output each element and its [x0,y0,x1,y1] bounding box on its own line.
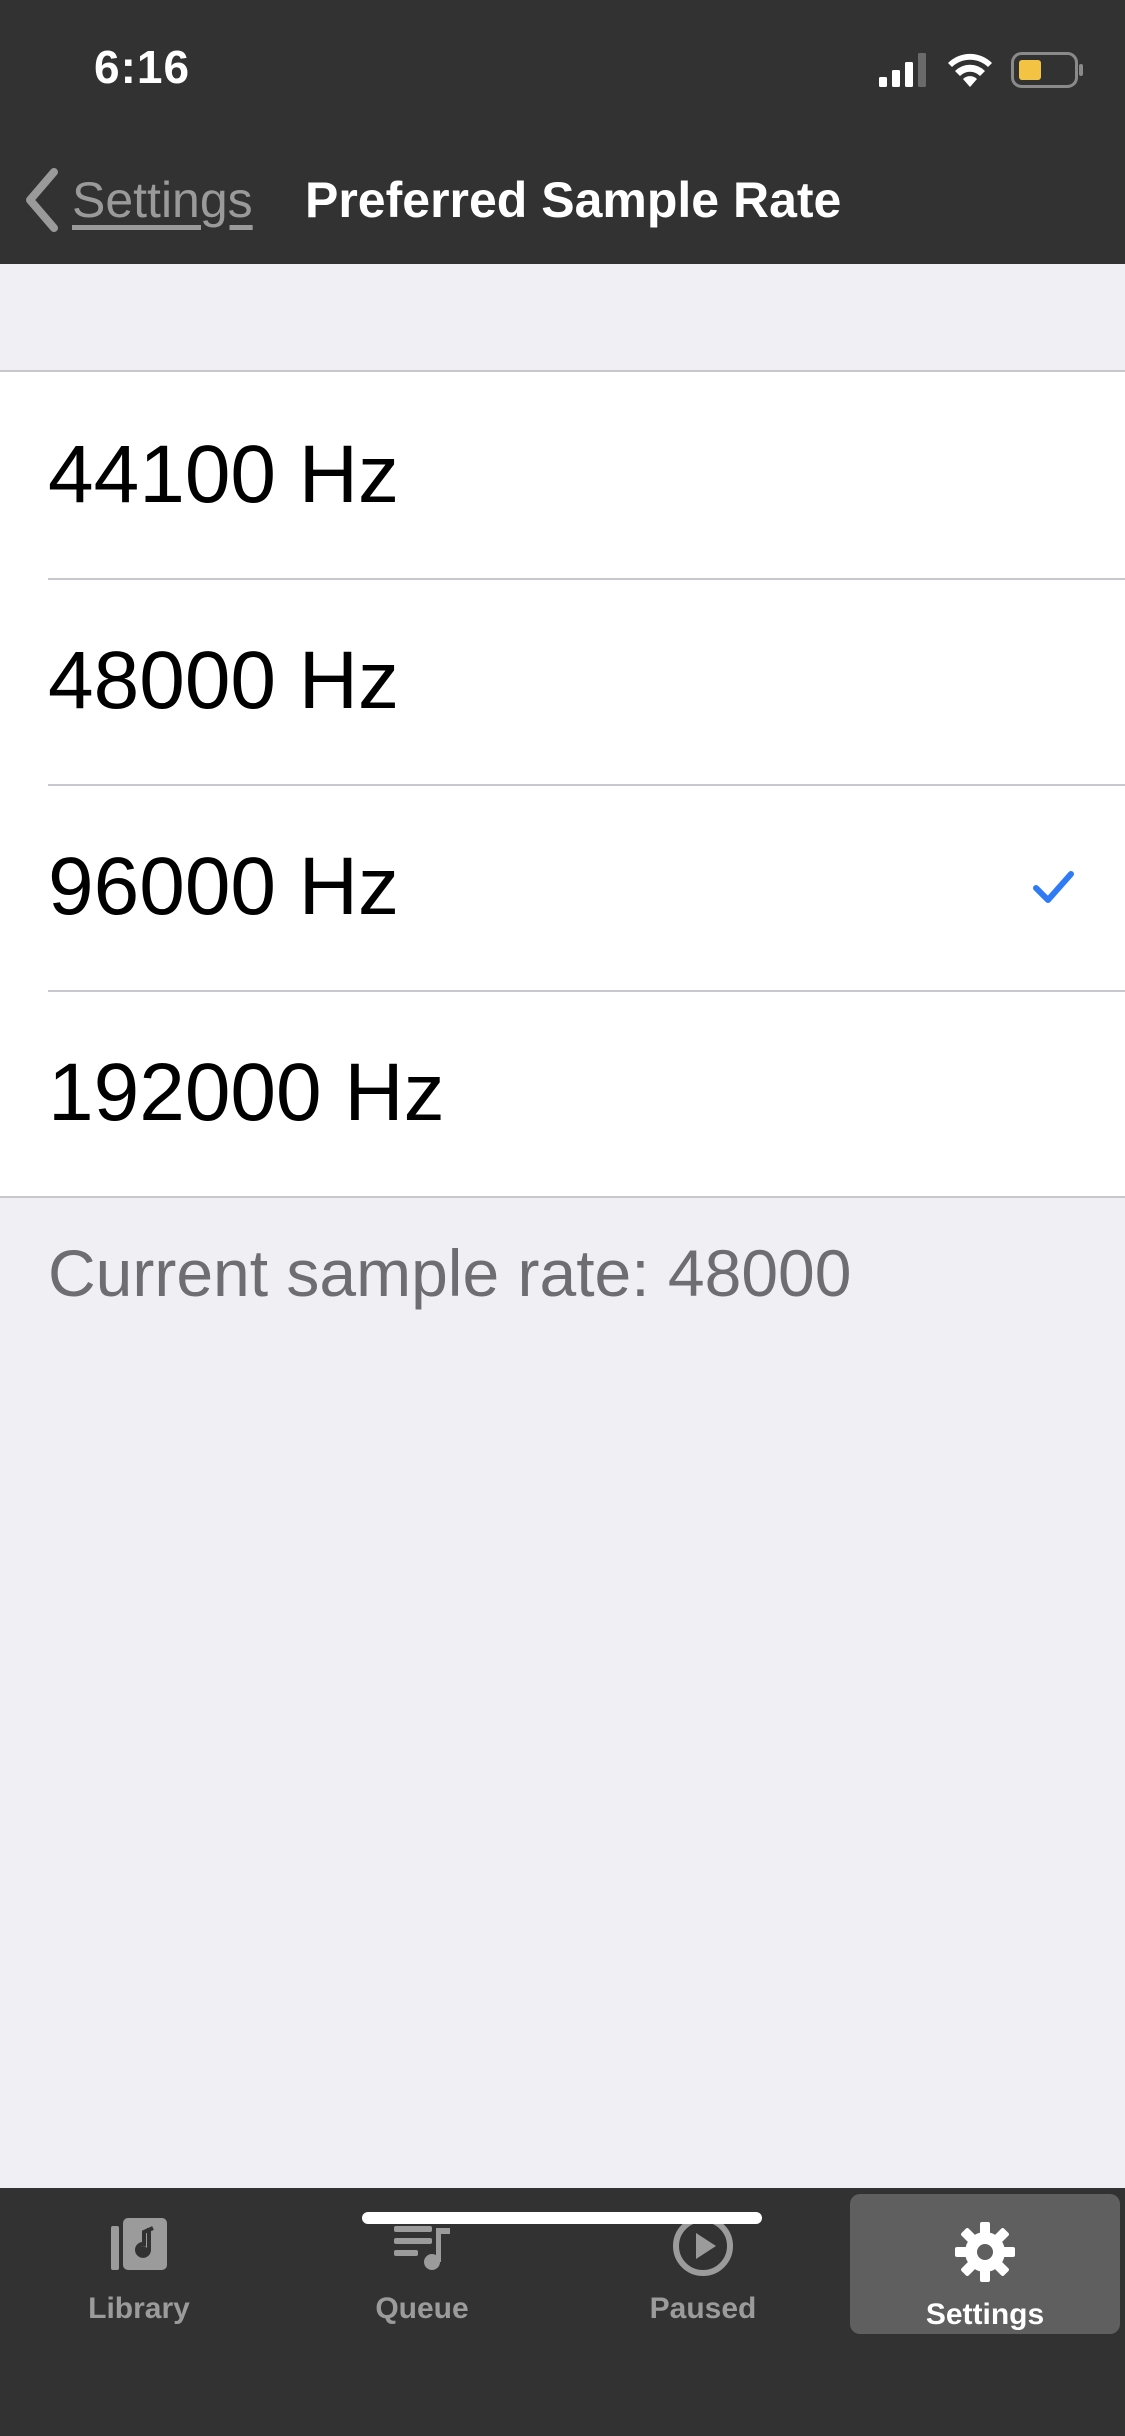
option-row-44100[interactable]: 44100 Hz [0,372,1125,578]
option-label: 192000 Hz [48,1047,445,1138]
tab-paused[interactable]: Paused [568,2188,838,2328]
navigation-bar: Settings Preferred Sample Rate [0,160,1125,240]
tab-label: Library [88,2292,190,2325]
option-row-48000[interactable]: 48000 Hz [0,578,1125,784]
option-row-96000[interactable]: 96000 Hz [0,784,1125,990]
tab-label: Queue [375,2292,469,2325]
tab-label: Paused [649,2292,757,2325]
status-icons [879,50,1085,90]
back-button-label: Settings [72,172,253,228]
tab-bar: Library Queue Paused Settings [0,2188,1125,2436]
checkmark-icon [1033,871,1074,903]
tab-label: Settings [925,2298,1045,2331]
gear-icon [955,2222,1015,2282]
tab-settings[interactable]: Settings [850,2194,1120,2334]
wifi-icon [948,53,992,87]
option-label: 44100 Hz [48,429,400,520]
library-icon [111,2218,167,2270]
chevron-left-icon [26,168,58,232]
status-time: 6:16 [94,41,191,93]
home-indicator [362,2212,762,2224]
option-label: 48000 Hz [48,635,400,726]
tab-library[interactable]: Library [4,2188,274,2328]
sample-rate-list: 44100 Hz 48000 Hz 96000 Hz 192000 Hz [0,370,1125,1198]
tab-queue[interactable]: Queue [287,2188,557,2328]
top-bar: 6:16 Settings Preferred Sample Rate [0,0,1125,264]
option-row-192000[interactable]: 192000 Hz [0,990,1125,1196]
battery-icon [1011,52,1083,88]
back-button[interactable]: Settings [22,160,253,240]
signal-icon [879,53,926,87]
page-title: Preferred Sample Rate [305,172,842,228]
option-label: 96000 Hz [48,841,400,932]
current-sample-rate-note: Current sample rate: 48000 [48,1236,852,1310]
